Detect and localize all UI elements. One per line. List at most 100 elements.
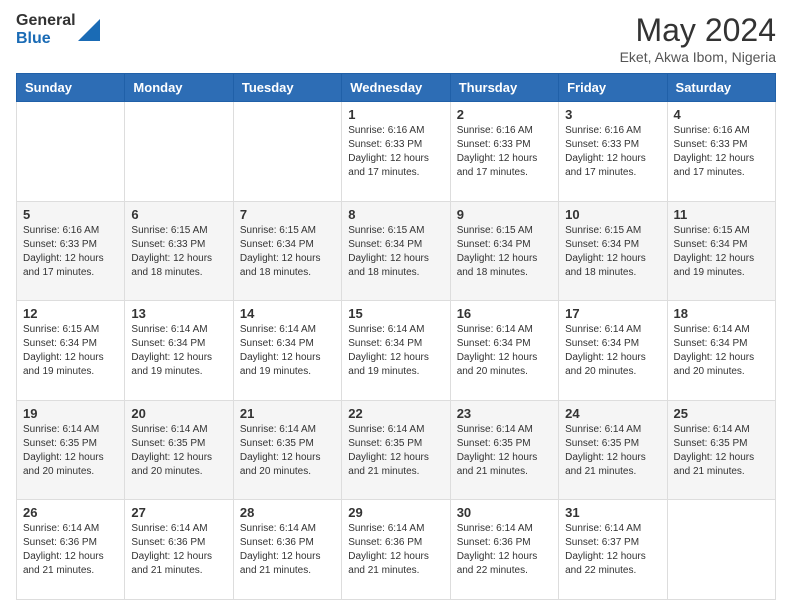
calendar-cell <box>667 500 775 600</box>
day-number: 18 <box>674 306 769 321</box>
day-info: Sunrise: 6:14 AM Sunset: 6:36 PM Dayligh… <box>131 522 226 578</box>
day-info: Sunrise: 6:14 AM Sunset: 6:36 PM Dayligh… <box>457 522 552 578</box>
calendar-cell: 14Sunrise: 6:14 AM Sunset: 6:34 PM Dayli… <box>233 301 341 401</box>
day-number: 9 <box>457 207 552 222</box>
day-number: 12 <box>23 306 118 321</box>
calendar-cell: 7 Sunrise: 6:15 AM Sunset: 6:34 PM Daylig… <box>233 201 341 301</box>
day-number: 30 <box>457 505 552 520</box>
logo-triangle-icon <box>78 19 100 41</box>
calendar-cell: 19Sunrise: 6:14 AM Sunset: 6:35 PM Dayli… <box>17 400 125 500</box>
day-number: 24 <box>565 406 660 421</box>
calendar-cell: 16Sunrise: 6:14 AM Sunset: 6:34 PM Dayli… <box>450 301 558 401</box>
day-info: Sunrise: 6:14 AM Sunset: 6:35 PM Dayligh… <box>348 423 443 479</box>
day-number: 17 <box>565 306 660 321</box>
calendar-cell: 29 Sunrise: 6:14 AM Sunset: 6:36 PM Dayli… <box>342 500 450 600</box>
month-title: May 2024 <box>620 12 776 49</box>
calendar-cell: 28 Sunrise: 6:14 AM Sunset: 6:36 PM Dayli… <box>233 500 341 600</box>
day-info: Sunrise: 6:15 AM Sunset: 6:34 PM Dayligh… <box>674 224 769 280</box>
week-row-3: 19 Sunrise: 6:14 AM Sunset: 6:35 PM Dayli… <box>17 400 776 500</box>
day-number: 21 <box>240 406 335 421</box>
week-row-2: 12 Sunrise: 6:15 AM Sunset: 6:34 PM Dayli… <box>17 301 776 401</box>
col-header-saturday: Saturday <box>667 74 775 102</box>
day-info: Sunrise: 6:14 AM Sunset: 6:35 PM Dayligh… <box>457 423 552 479</box>
day-info: Sunrise: 6:16 AM Sunset: 6:33 PM Dayligh… <box>565 124 660 180</box>
calendar-cell: 31Sunrise: 6:14 AM Sunset: 6:37 PM Dayli… <box>559 500 667 600</box>
day-number: 11 <box>674 207 769 222</box>
logo-blue: Blue <box>16 30 76 48</box>
day-info: Sunrise: 6:14 AM Sunset: 6:37 PM Dayligh… <box>565 522 660 578</box>
day-number: 28 <box>240 505 335 520</box>
calendar-cell: 10 Sunrise: 6:15 AM Sunset: 6:34 PM Dayli… <box>559 201 667 301</box>
week-row-1: 5 Sunrise: 6:16 AM Sunset: 6:33 PM Daylig… <box>17 201 776 301</box>
day-number: 20 <box>131 406 226 421</box>
calendar-cell: 20Sunrise: 6:14 AM Sunset: 6:35 PM Dayli… <box>125 400 233 500</box>
day-info: Sunrise: 6:14 AM Sunset: 6:34 PM Dayligh… <box>131 323 226 379</box>
day-info: Sunrise: 6:15 AM Sunset: 6:34 PM Dayligh… <box>23 323 118 379</box>
col-header-friday: Friday <box>559 74 667 102</box>
day-info: Sunrise: 6:14 AM Sunset: 6:34 PM Dayligh… <box>348 323 443 379</box>
col-header-thursday: Thursday <box>450 74 558 102</box>
day-info: Sunrise: 6:14 AM Sunset: 6:36 PM Dayligh… <box>348 522 443 578</box>
col-header-tuesday: Tuesday <box>233 74 341 102</box>
page: General Blue May 2024 Eket, Akwa Ibom, N… <box>0 0 792 612</box>
calendar-cell: 2 Sunrise: 6:16 AM Sunset: 6:33 PM Daylig… <box>450 102 558 202</box>
day-number: 13 <box>131 306 226 321</box>
day-number: 7 <box>240 207 335 222</box>
day-number: 3 <box>565 107 660 122</box>
day-info: Sunrise: 6:15 AM Sunset: 6:33 PM Dayligh… <box>131 224 226 280</box>
day-number: 26 <box>23 505 118 520</box>
day-info: Sunrise: 6:15 AM Sunset: 6:34 PM Dayligh… <box>565 224 660 280</box>
calendar-cell: 13 Sunrise: 6:14 AM Sunset: 6:34 PM Dayli… <box>125 301 233 401</box>
day-number: 27 <box>131 505 226 520</box>
day-info: Sunrise: 6:16 AM Sunset: 6:33 PM Dayligh… <box>457 124 552 180</box>
calendar-cell: 18 Sunrise: 6:14 AM Sunset: 6:34 PM Dayli… <box>667 301 775 401</box>
calendar-cell: 24Sunrise: 6:14 AM Sunset: 6:35 PM Dayli… <box>559 400 667 500</box>
calendar-cell: 25Sunrise: 6:14 AM Sunset: 6:35 PM Dayli… <box>667 400 775 500</box>
location: Eket, Akwa Ibom, Nigeria <box>620 49 776 65</box>
header-row: SundayMondayTuesdayWednesdayThursdayFrid… <box>17 74 776 102</box>
logo-general: General <box>16 12 76 30</box>
calendar-cell: 15Sunrise: 6:14 AM Sunset: 6:34 PM Dayli… <box>342 301 450 401</box>
day-info: Sunrise: 6:16 AM Sunset: 6:33 PM Dayligh… <box>348 124 443 180</box>
day-info: Sunrise: 6:16 AM Sunset: 6:33 PM Dayligh… <box>674 124 769 180</box>
calendar-cell: 30 Sunrise: 6:14 AM Sunset: 6:36 PM Dayli… <box>450 500 558 600</box>
calendar-cell: 26 Sunrise: 6:14 AM Sunset: 6:36 PM Dayli… <box>17 500 125 600</box>
day-info: Sunrise: 6:16 AM Sunset: 6:33 PM Dayligh… <box>23 224 118 280</box>
calendar-cell: 23 Sunrise: 6:14 AM Sunset: 6:35 PM Dayli… <box>450 400 558 500</box>
calendar-table: SundayMondayTuesdayWednesdayThursdayFrid… <box>16 73 776 600</box>
logo: General Blue <box>16 12 100 47</box>
day-info: Sunrise: 6:14 AM Sunset: 6:36 PM Dayligh… <box>240 522 335 578</box>
day-info: Sunrise: 6:14 AM Sunset: 6:35 PM Dayligh… <box>674 423 769 479</box>
calendar-cell: 22 Sunrise: 6:14 AM Sunset: 6:35 PM Dayli… <box>342 400 450 500</box>
day-number: 19 <box>23 406 118 421</box>
day-info: Sunrise: 6:15 AM Sunset: 6:34 PM Dayligh… <box>348 224 443 280</box>
day-info: Sunrise: 6:15 AM Sunset: 6:34 PM Dayligh… <box>240 224 335 280</box>
day-info: Sunrise: 6:14 AM Sunset: 6:34 PM Dayligh… <box>565 323 660 379</box>
calendar-cell: 12 Sunrise: 6:15 AM Sunset: 6:34 PM Dayli… <box>17 301 125 401</box>
day-number: 8 <box>348 207 443 222</box>
week-row-4: 26 Sunrise: 6:14 AM Sunset: 6:36 PM Dayli… <box>17 500 776 600</box>
col-header-monday: Monday <box>125 74 233 102</box>
day-number: 5 <box>23 207 118 222</box>
day-info: Sunrise: 6:14 AM Sunset: 6:36 PM Dayligh… <box>23 522 118 578</box>
calendar-cell <box>17 102 125 202</box>
day-info: Sunrise: 6:14 AM Sunset: 6:35 PM Dayligh… <box>240 423 335 479</box>
day-info: Sunrise: 6:14 AM Sunset: 6:34 PM Dayligh… <box>457 323 552 379</box>
calendar-cell <box>125 102 233 202</box>
day-info: Sunrise: 6:14 AM Sunset: 6:34 PM Dayligh… <box>674 323 769 379</box>
week-row-0: 1Sunrise: 6:16 AM Sunset: 6:33 PM Daylig… <box>17 102 776 202</box>
calendar-cell: 9 Sunrise: 6:15 AM Sunset: 6:34 PM Daylig… <box>450 201 558 301</box>
day-number: 10 <box>565 207 660 222</box>
day-number: 23 <box>457 406 552 421</box>
day-number: 29 <box>348 505 443 520</box>
calendar-cell: 4Sunrise: 6:16 AM Sunset: 6:33 PM Daylig… <box>667 102 775 202</box>
day-number: 22 <box>348 406 443 421</box>
calendar-cell: 3 Sunrise: 6:16 AM Sunset: 6:33 PM Daylig… <box>559 102 667 202</box>
calendar-cell: 27 Sunrise: 6:14 AM Sunset: 6:36 PM Dayli… <box>125 500 233 600</box>
title-area: May 2024 Eket, Akwa Ibom, Nigeria <box>620 12 776 65</box>
calendar-cell: 17 Sunrise: 6:14 AM Sunset: 6:34 PM Dayli… <box>559 301 667 401</box>
day-number: 2 <box>457 107 552 122</box>
day-info: Sunrise: 6:15 AM Sunset: 6:34 PM Dayligh… <box>457 224 552 280</box>
calendar-cell: 8 Sunrise: 6:15 AM Sunset: 6:34 PM Daylig… <box>342 201 450 301</box>
day-number: 14 <box>240 306 335 321</box>
